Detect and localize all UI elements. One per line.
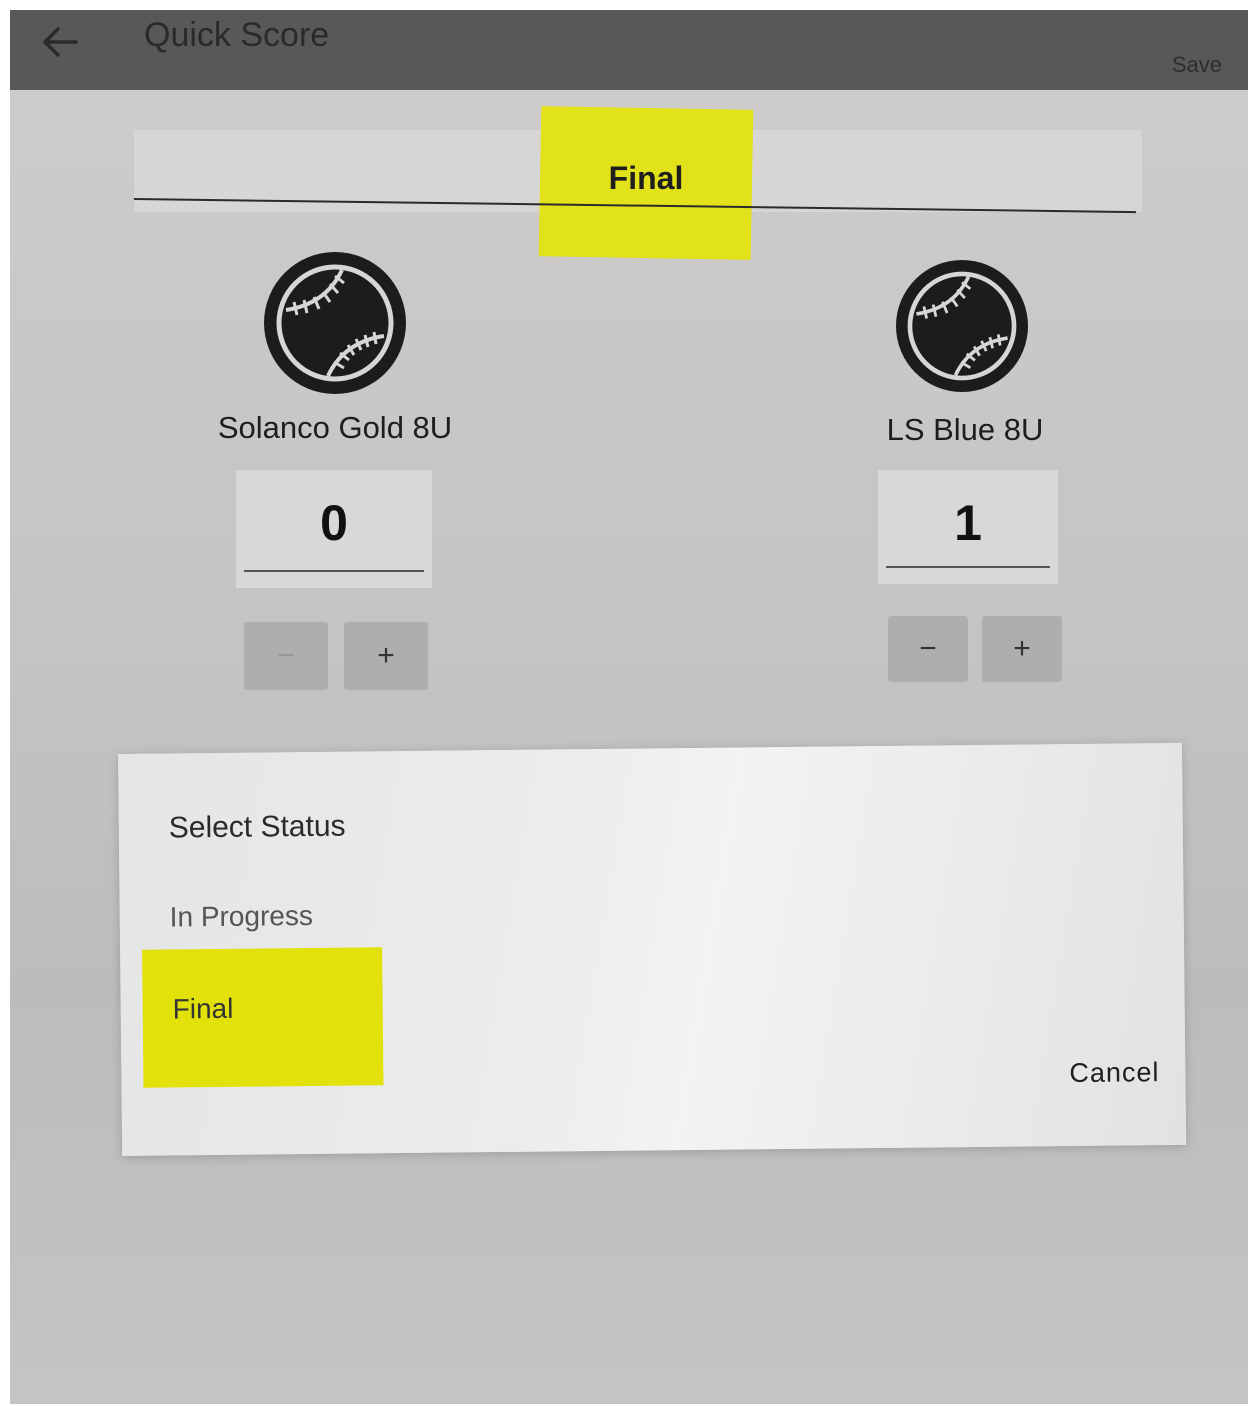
baseball-icon bbox=[896, 260, 1028, 392]
team-name-home: Solanco Gold 8U bbox=[217, 410, 453, 445]
app-bar: Quick Score Save bbox=[10, 10, 1248, 90]
score-field-home[interactable]: 0 bbox=[236, 470, 432, 588]
increment-button-home[interactable]: + bbox=[344, 622, 428, 690]
decrement-button-away[interactable]: − bbox=[888, 616, 968, 682]
score-underline bbox=[886, 566, 1050, 568]
page-title: Quick Score bbox=[144, 16, 330, 54]
quick-score-screen: Quick Score Save Final Solanco Gold 8U 0… bbox=[10, 10, 1248, 1404]
arrow-left-icon bbox=[43, 27, 78, 57]
status-value[interactable]: Final bbox=[540, 160, 752, 197]
team-name-away: LS Blue 8U bbox=[886, 412, 1044, 447]
baseball-icon bbox=[264, 252, 406, 394]
dialog-title: Select Status bbox=[168, 809, 346, 845]
back-button[interactable] bbox=[36, 18, 84, 66]
decrement-button-home[interactable]: − bbox=[244, 622, 328, 690]
option-in-progress[interactable]: In Progress bbox=[170, 900, 313, 933]
select-status-dialog: Select Status In Progress Final Cancel bbox=[118, 742, 1187, 1156]
score-underline bbox=[244, 570, 424, 572]
score-value-away: 1 bbox=[954, 495, 982, 551]
increment-button-away[interactable]: + bbox=[982, 616, 1062, 682]
score-value-home: 0 bbox=[320, 495, 348, 551]
save-button[interactable]: Save bbox=[1172, 52, 1222, 78]
cancel-button[interactable]: Cancel bbox=[1069, 1057, 1159, 1089]
option-final[interactable]: Final bbox=[173, 993, 234, 1026]
score-field-away[interactable]: 1 bbox=[878, 470, 1058, 584]
